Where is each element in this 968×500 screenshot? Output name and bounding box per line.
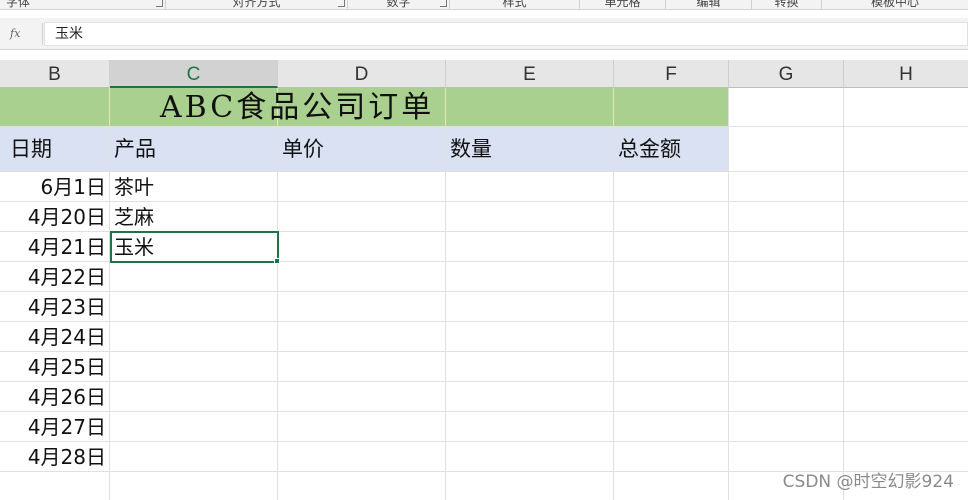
dialog-launcher-icon[interactable] — [338, 0, 345, 7]
ribbon-group-font: 字体 — [0, 0, 166, 9]
formula-input[interactable]: 玉米 — [44, 22, 968, 46]
gridline — [0, 291, 968, 292]
column-header-d[interactable]: D — [278, 60, 446, 88]
date-cell[interactable]: 4月23日 — [0, 292, 106, 322]
column-header-h[interactable]: H — [844, 60, 968, 88]
gridline — [0, 441, 968, 442]
date-cell[interactable]: 4月20日 — [0, 202, 106, 232]
date-cell[interactable]: 4月28日 — [0, 442, 106, 472]
column-header-e[interactable]: E — [446, 60, 614, 88]
gridline — [445, 88, 446, 500]
dialog-launcher-icon[interactable] — [440, 0, 447, 7]
gridline — [0, 126, 968, 127]
insert-function-icon[interactable]: fx — [10, 27, 32, 43]
formula-bar: fx 玉米 — [0, 18, 968, 50]
date-cell[interactable]: 4月24日 — [0, 322, 106, 352]
gridline — [843, 88, 844, 500]
column-header-g[interactable]: G — [729, 60, 844, 88]
ribbon-group-template-center: 模板中心 — [822, 0, 968, 9]
header-cell-quantity[interactable]: 数量 — [450, 134, 492, 164]
ribbon-group-convert: 转换 — [752, 0, 822, 9]
gridline — [728, 88, 729, 500]
gridline — [0, 381, 968, 382]
ribbon-group-label: 单元格 — [604, 0, 641, 9]
date-cell[interactable]: 4月26日 — [0, 382, 106, 412]
header-cell-date[interactable]: 日期 — [10, 134, 52, 164]
ribbon-group-number: 数字 — [348, 0, 450, 9]
ribbon-group-label: 编辑 — [696, 0, 721, 9]
column-header-f[interactable]: F — [614, 60, 729, 88]
date-cell[interactable]: 4月21日 — [0, 232, 106, 262]
ribbon-group-label: 字体 — [6, 0, 31, 9]
gridline — [277, 88, 278, 500]
header-cell-unit-price[interactable]: 单价 — [282, 134, 324, 164]
header-cell-product[interactable]: 产品 — [114, 134, 156, 164]
ribbon-group-editing: 编辑 — [666, 0, 752, 9]
ribbon-group-cells: 单元格 — [580, 0, 666, 9]
worksheet-grid[interactable]: B C D E F G H ABC食品公司订单 日期 产品 单价 数量 总金额 … — [0, 60, 968, 500]
ribbon-group-label: 模板中心 — [870, 0, 919, 9]
ribbon-group-label: 样式 — [502, 0, 527, 9]
date-cell[interactable]: 4月22日 — [0, 262, 106, 292]
active-cell-selection[interactable] — [110, 231, 279, 263]
ribbon-group-labels: 字体 对齐方式 数字 样式 单元格 编辑 转换 模板中心 — [0, 0, 968, 10]
ribbon-group-styles: 样式 — [450, 0, 580, 9]
product-cell[interactable]: 芝麻 — [114, 202, 274, 232]
date-cell[interactable]: 6月1日 — [0, 172, 106, 202]
gridline — [613, 88, 614, 500]
ribbon-group-label: 数字 — [386, 0, 411, 9]
sheet-title[interactable]: ABC食品公司订单 — [160, 90, 434, 126]
formula-divider — [42, 23, 43, 45]
date-cell[interactable]: 4月27日 — [0, 412, 106, 442]
watermark: CSDN @时空幻影924 — [782, 472, 954, 492]
product-cell[interactable]: 茶叶 — [114, 172, 274, 202]
gridline — [0, 321, 968, 322]
ribbon-group-label: 对齐方式 — [232, 0, 281, 9]
ribbon-group-alignment: 对齐方式 — [166, 0, 348, 9]
header-cell-total[interactable]: 总金额 — [618, 134, 681, 164]
gridline — [0, 351, 968, 352]
date-cell[interactable]: 4月25日 — [0, 352, 106, 382]
gridline — [109, 88, 110, 500]
gridline — [0, 411, 968, 412]
dialog-launcher-icon[interactable] — [156, 0, 163, 7]
ribbon-group-label: 转换 — [774, 0, 799, 9]
column-header-c[interactable]: C — [110, 60, 278, 88]
fill-handle[interactable] — [274, 258, 280, 264]
column-header-b[interactable]: B — [0, 60, 110, 88]
